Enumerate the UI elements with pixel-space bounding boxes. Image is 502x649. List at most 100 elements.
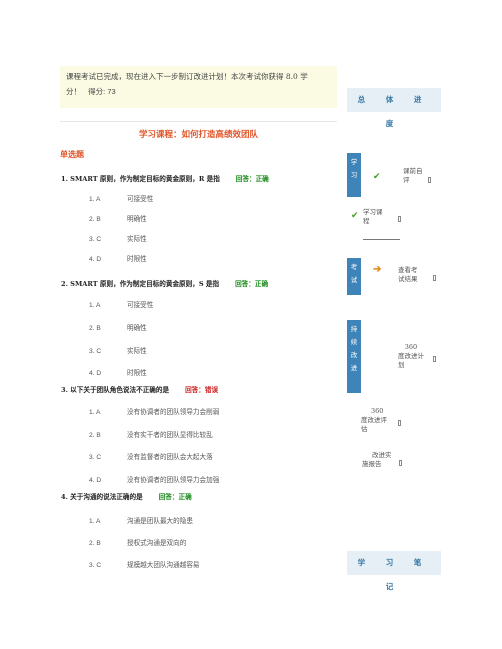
sidebar-item-improve-report[interactable]: 改进实 施报告	[362, 451, 392, 469]
option-text: 授权式沟通是双向的	[127, 539, 187, 547]
divider	[363, 239, 400, 240]
option-row[interactable]: 2. B 授权式沟通是双向的	[89, 537, 186, 547]
tab-char: 学	[350, 158, 358, 166]
question-1: 1. SMART 原则，作为制定目标的黄金原则，R 是指 回答：正确	[61, 173, 269, 183]
option-row[interactable]: 2. B 明确性	[89, 213, 147, 223]
option-text: 实际性	[127, 347, 147, 355]
option-row[interactable]: 4. D 时限性	[89, 367, 147, 377]
sidebar-item-360-plan[interactable]: 360 度改进计 划	[398, 343, 424, 370]
option-row[interactable]: 3. C 没有监督者的团队会大起大落	[89, 451, 213, 461]
item-line: 查看考	[398, 266, 418, 274]
tab-char: 续	[350, 338, 358, 346]
answer-status: 回答：正确	[235, 280, 269, 288]
item-line: 程	[363, 217, 370, 225]
option-text: 明确性	[127, 215, 147, 223]
tab-char: 习	[350, 171, 358, 179]
option-text: 时限性	[127, 255, 147, 263]
question-4: 4. 关于沟通的说法正确的是 回答：正确	[61, 491, 192, 501]
notice-line-1: 课程考试已完成，现在进入下一步制订改进计划！本次考试你获得 8.0 学	[66, 72, 308, 81]
option-key: 4. D	[89, 256, 102, 263]
option-text: 明确性	[127, 324, 147, 332]
course-title: 学习课程：如何打造高绩效团队	[138, 130, 258, 140]
option-row[interactable]: 1. A 可接受性	[89, 299, 153, 309]
item-line: 360	[371, 407, 384, 415]
option-key: 2. B	[89, 540, 101, 547]
tab-study[interactable]: 学 习	[347, 153, 361, 197]
question-2: 2. SMART 原则，作为制定目标的黄金原则，S 是指 回答：正确	[61, 278, 268, 288]
option-key: 1. A	[89, 196, 101, 203]
option-key: 3. C	[89, 236, 102, 243]
sidebar-item-exam-result[interactable]: 查看考 试结果	[398, 266, 418, 284]
option-key: 4. D	[89, 477, 102, 484]
option-text: 没有协调者的团队领导力会加强	[127, 476, 220, 484]
status-marker-icon	[433, 275, 436, 281]
item-line: 度改进计	[398, 352, 424, 360]
item-line: 课前自	[403, 167, 423, 175]
option-row[interactable]: 3. C 规模越大团队沟通越容易	[89, 559, 200, 569]
option-key: 1. A	[89, 518, 101, 525]
tab-char: 考	[350, 263, 358, 271]
option-key: 3. C	[89, 348, 102, 355]
item-line: 360	[404, 343, 418, 351]
sidebar-item-precourse[interactable]: 课前自 评	[403, 167, 423, 185]
item-line: 度改进评	[361, 416, 387, 424]
sidebar-item-study-course[interactable]: 学习课 程	[363, 208, 383, 226]
progress-header: 总 体 进 度	[347, 88, 441, 128]
option-row[interactable]: 2. B 没有实干者的团队显得比较乱	[89, 429, 213, 439]
option-row[interactable]: 4. D 没有协调者的团队领导力会加强	[89, 474, 219, 484]
option-row[interactable]: 3. C 实际性	[89, 233, 147, 243]
item-line: 评	[403, 176, 410, 184]
item-line: 划	[398, 361, 405, 369]
option-key: 3. C	[89, 562, 102, 569]
option-text: 没有实干者的团队显得比较乱	[127, 431, 213, 439]
item-line: 学习课	[363, 208, 383, 216]
tab-char: 持	[350, 325, 358, 333]
option-text: 实际性	[127, 235, 147, 243]
option-key: 2. B	[89, 216, 101, 223]
option-row[interactable]: 4. D 时限性	[89, 253, 147, 263]
option-key: 4. D	[89, 370, 102, 377]
option-row[interactable]: 2. B 明确性	[89, 322, 147, 332]
score-label: 得分: 73	[88, 87, 116, 96]
notice-line-2: 分！	[66, 87, 81, 96]
option-row[interactable]: 1. A 没有协调者的团队领导力会削弱	[89, 406, 219, 416]
option-text: 没有协调者的团队领导力会削弱	[127, 408, 220, 416]
answer-status: 回答：正确	[158, 493, 192, 501]
question-3: 3. 以下关于团队角色说法不正确的是 回答：错误	[61, 384, 218, 394]
option-row[interactable]: 1. A 沟通是团队最大的隐患	[89, 515, 193, 525]
status-marker-icon	[433, 356, 436, 362]
question-text: 3. 以下关于团队角色说法不正确的是	[61, 386, 170, 394]
section-title: 单选题	[60, 149, 84, 159]
option-text: 沟通是团队最大的隐患	[127, 517, 193, 525]
answer-status: 回答：错误	[185, 386, 219, 394]
tab-char: 改	[350, 351, 358, 359]
answer-status: 回答：正确	[235, 175, 269, 183]
question-text: 4. 关于沟通的说法正确的是	[61, 493, 143, 501]
item-line: 改进实	[372, 451, 392, 459]
option-text: 可接受性	[127, 301, 154, 309]
option-text: 规模越大团队沟通越容易	[127, 561, 200, 569]
tab-improve[interactable]: 持 续 改 进	[347, 320, 361, 393]
question-text: 1. SMART 原则，作为制定目标的黄金原则，R 是指	[61, 175, 220, 183]
sidebar-item-360-eval[interactable]: 360 度改进评 估	[361, 407, 387, 434]
option-text: 时限性	[127, 369, 147, 377]
option-text: 可接受性	[127, 195, 154, 203]
option-key: 2. B	[89, 325, 101, 332]
question-text: 2. SMART 原则，作为制定目标的黄金原则，S 是指	[61, 280, 220, 288]
item-line: 施报告	[362, 460, 382, 468]
status-marker-icon	[398, 420, 401, 426]
status-marker-icon	[398, 216, 401, 222]
tab-exam[interactable]: 考 试	[347, 258, 361, 295]
option-row[interactable]: 1. A 可接受性	[89, 193, 153, 203]
tab-char: 试	[350, 276, 358, 284]
option-key: 1. A	[89, 302, 101, 309]
item-line: 估	[361, 425, 368, 433]
divider	[60, 121, 337, 122]
check-icon: ✔	[373, 172, 381, 182]
item-line: 试结果	[398, 275, 418, 283]
option-key: 3. C	[89, 454, 102, 461]
option-key: 1. A	[89, 409, 101, 416]
option-text: 没有监督者的团队会大起大落	[127, 453, 213, 461]
option-key: 2. B	[89, 432, 101, 439]
option-row[interactable]: 3. C 实际性	[89, 345, 147, 355]
